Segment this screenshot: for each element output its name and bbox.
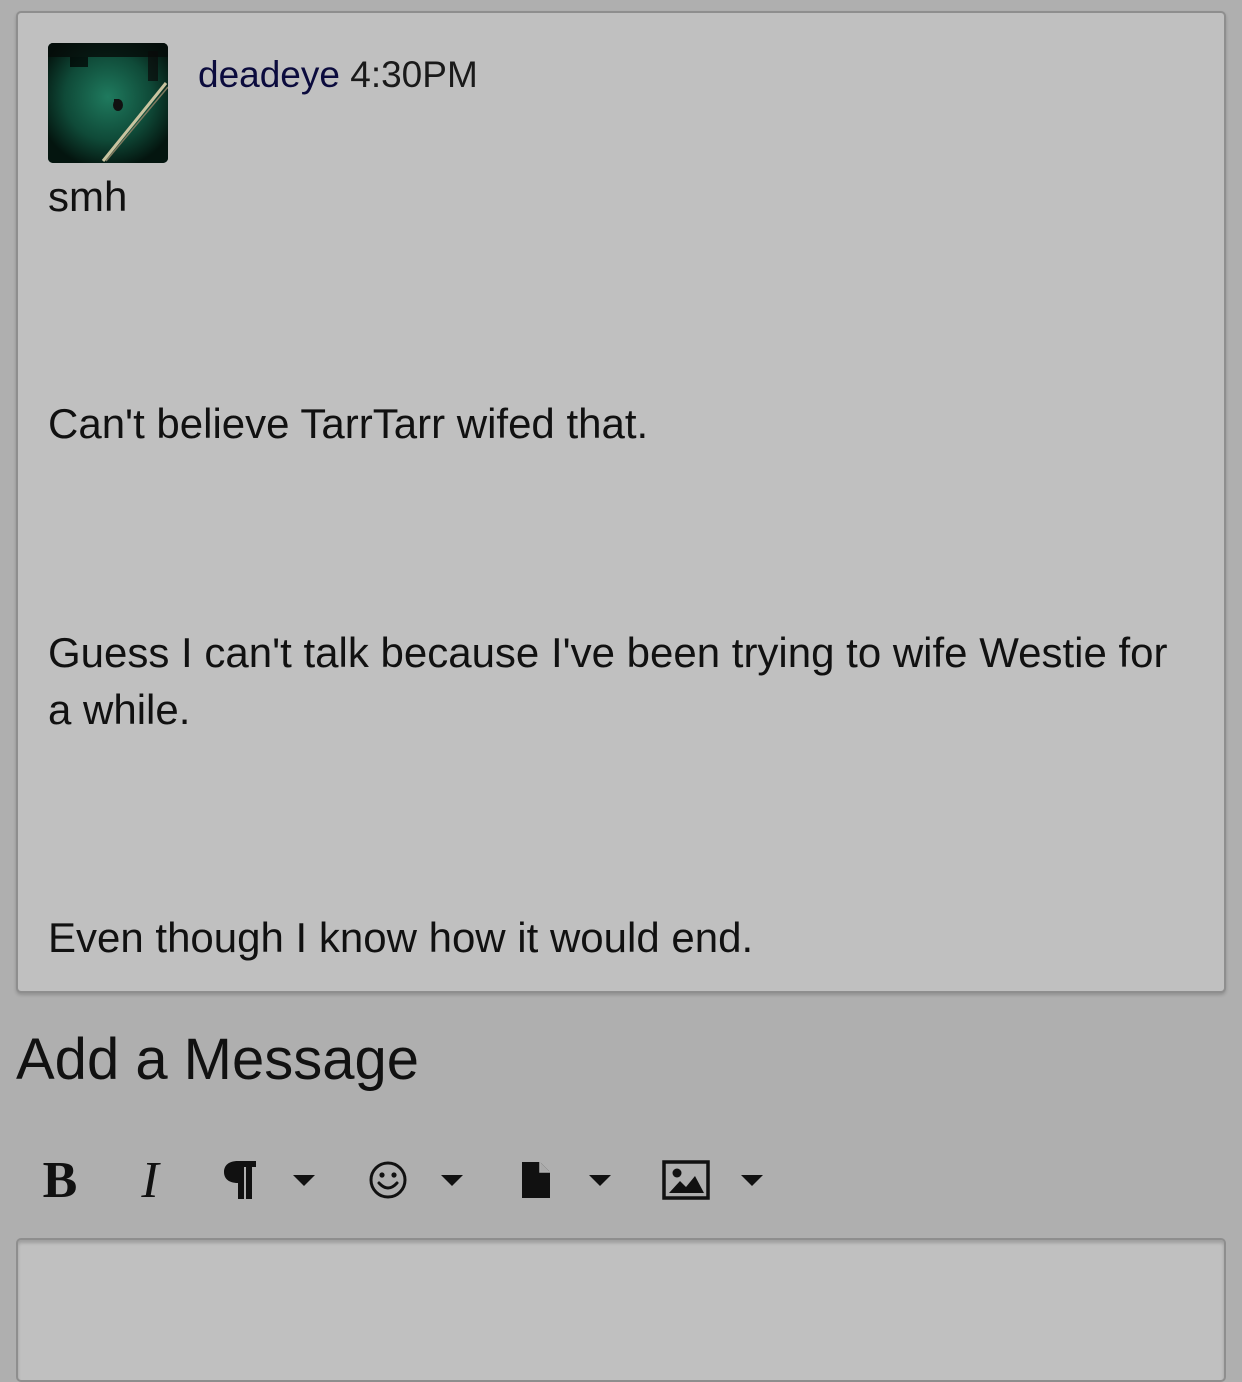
message-card: deadeye 4:30PM smh Can't believe TarrTar… [16,11,1226,993]
author-name[interactable]: deadeye [198,54,340,95]
chevron-down-icon [741,1174,763,1186]
editor-toolbar: B I [0,1140,1242,1220]
chevron-down-icon [441,1174,463,1186]
message-input[interactable] [16,1238,1226,1382]
pool-table-avatar-icon [48,43,168,163]
avatar[interactable] [48,43,168,163]
message-paragraph: Can't believe TarrTarr wifed that. [48,400,649,447]
composer-heading: Add a Message [16,1027,420,1092]
file-icon [522,1162,550,1198]
chevron-down-icon [589,1174,611,1186]
message-paragraph: Guess I can't talk because I've been try… [48,629,1168,733]
paragraph-icon [224,1161,256,1199]
bold-button[interactable]: B [30,1140,90,1220]
chevron-down-icon [293,1174,315,1186]
file-dropdown[interactable] [580,1140,620,1220]
paragraph-button[interactable] [210,1140,270,1220]
emoji-dropdown[interactable] [432,1140,472,1220]
emoji-button[interactable] [358,1140,418,1220]
message-paragraph: smh [48,173,128,220]
message-paragraph: Even though I know how it would end. [48,914,754,961]
image-dropdown[interactable] [732,1140,772,1220]
image-icon [662,1160,710,1200]
message-time: 4:30PM [350,54,478,95]
file-button[interactable] [506,1140,566,1220]
paragraph-dropdown[interactable] [284,1140,324,1220]
image-button[interactable] [656,1140,716,1220]
italic-button[interactable]: I [120,1140,180,1220]
emoji-icon [369,1161,407,1199]
message-meta: deadeye 4:30PM [198,51,478,99]
